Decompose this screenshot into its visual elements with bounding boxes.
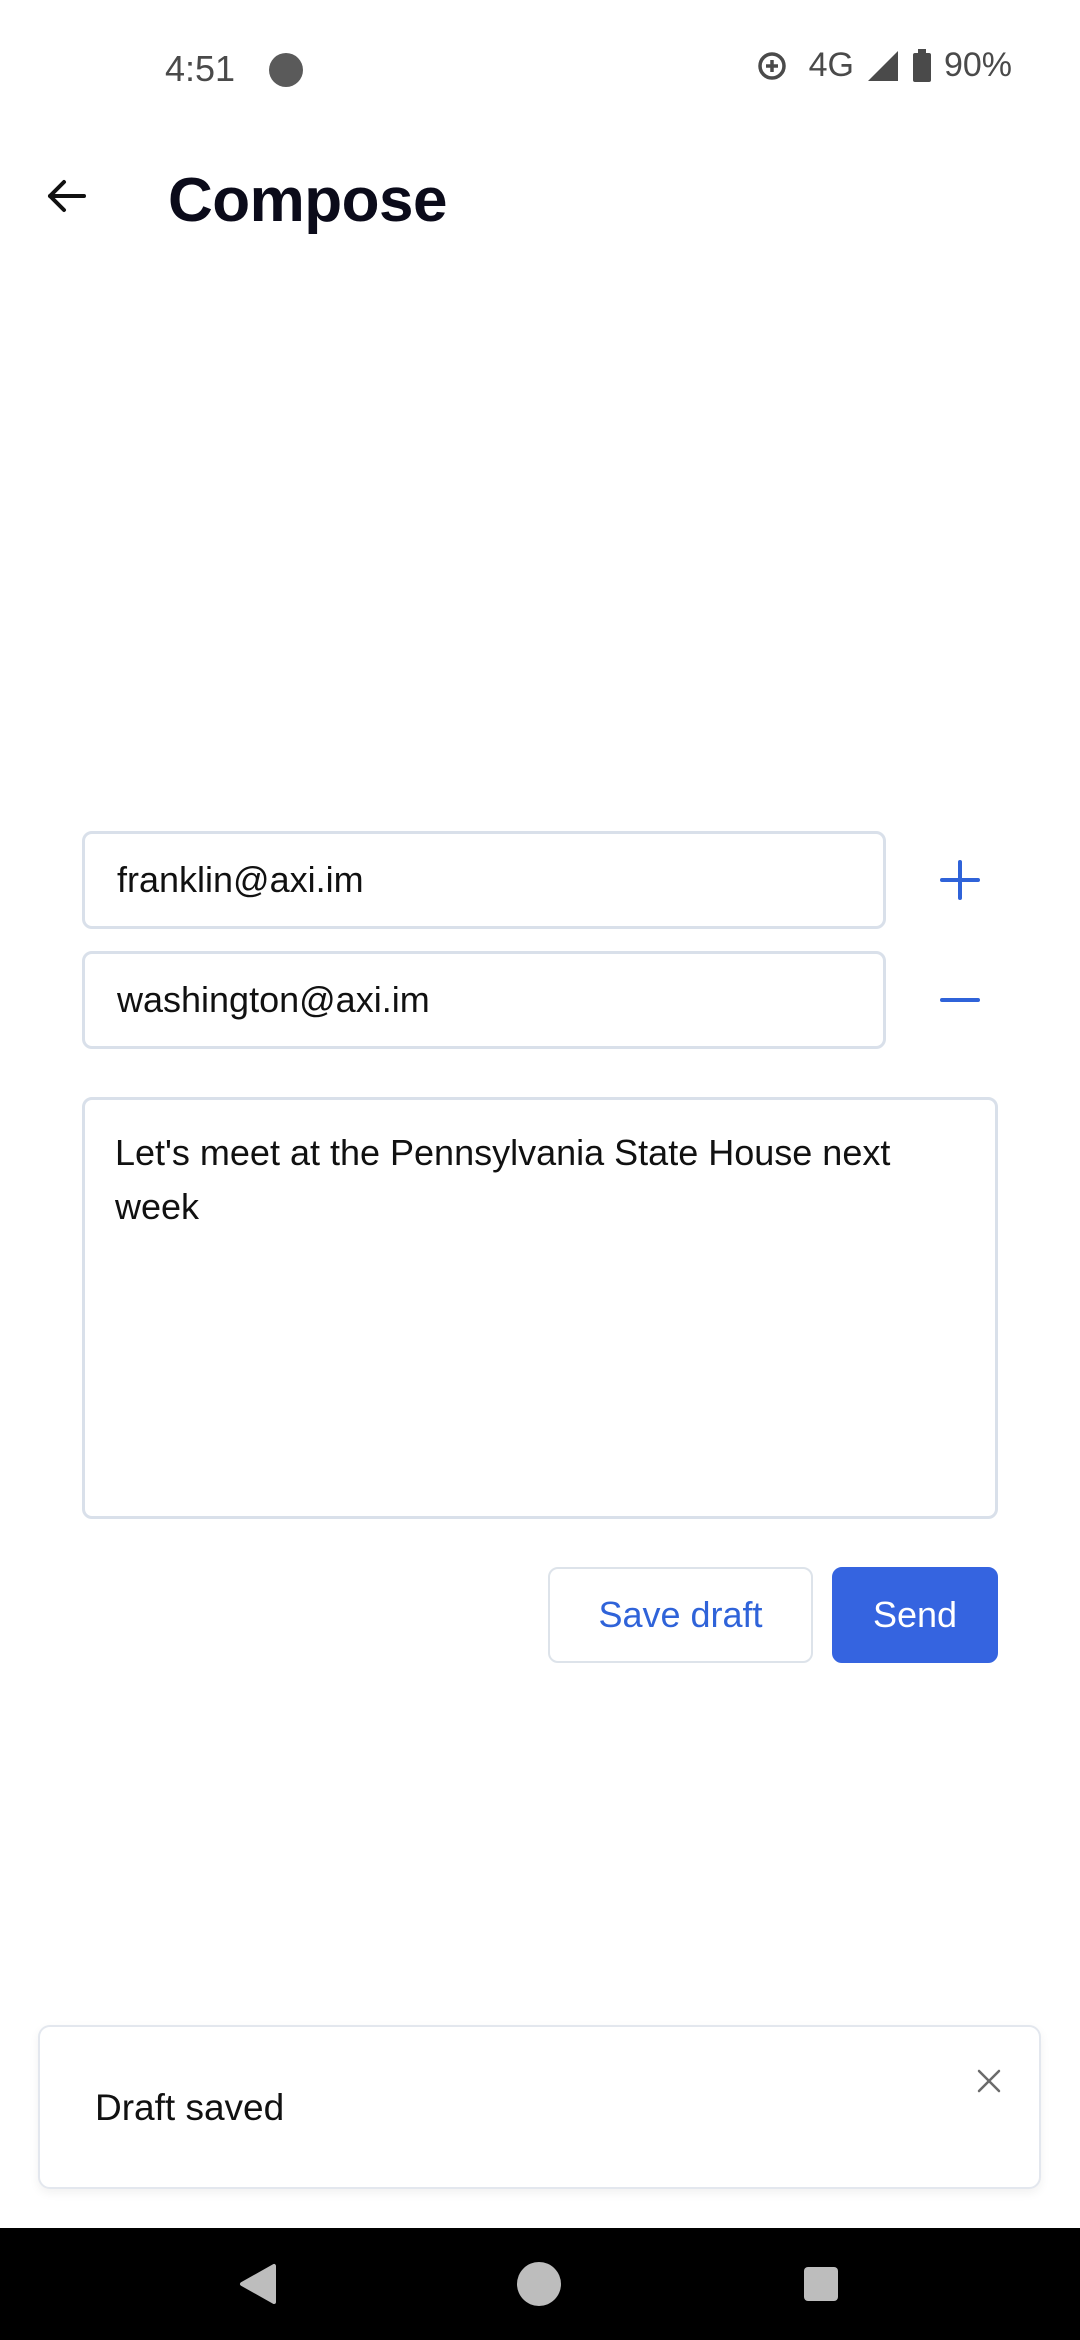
- recipient-email-field[interactable]: [82, 951, 886, 1049]
- arrow-left-icon: [48, 180, 86, 212]
- toast-message: Draft saved: [95, 2087, 285, 2128]
- battery-icon: [912, 48, 932, 83]
- nav-home-icon: [517, 2262, 561, 2306]
- back-button[interactable]: [30, 160, 102, 232]
- draft-saved-toast: Draft saved: [38, 2025, 1041, 2189]
- close-icon: [977, 2069, 1001, 2093]
- system-nav-bar: [0, 2228, 1080, 2340]
- remove-recipient-button[interactable]: [920, 960, 1000, 1040]
- compose-screen: 4:51 4G 90% Compose franklin@axi.im wash…: [0, 0, 1080, 2340]
- network-type: 4G: [808, 46, 854, 84]
- message-body-field[interactable]: Let's meet at the Pennsylvania State Hou…: [82, 1097, 998, 1519]
- data-saver-icon: [755, 49, 789, 83]
- recipient-row: [82, 831, 1012, 929]
- send-button[interactable]: Send: [832, 1567, 998, 1663]
- status-indicators: 4G 90%: [755, 46, 1012, 85]
- nav-back-button[interactable]: [228, 2254, 288, 2314]
- save-draft-button[interactable]: Save draft: [548, 1567, 813, 1663]
- recipient-email-field[interactable]: [82, 831, 886, 929]
- plus-icon: [940, 860, 980, 900]
- nav-home-button[interactable]: [509, 2254, 569, 2314]
- nav-recents-icon: [804, 2267, 838, 2301]
- status-bar: 4:51 4G 90%: [0, 0, 1080, 140]
- recipient-row: [82, 951, 1012, 1049]
- battery-percent: 90%: [943, 46, 1012, 84]
- add-recipient-button[interactable]: [920, 840, 1000, 920]
- nav-recents-button[interactable]: [791, 2254, 851, 2314]
- nav-back-icon: [240, 2264, 276, 2304]
- notification-dot-icon: [269, 53, 303, 87]
- page-title: Compose: [168, 166, 447, 235]
- toast-close-button[interactable]: [965, 2057, 1013, 2105]
- status-time: 4:51: [165, 48, 236, 89]
- signal-icon: [866, 49, 900, 83]
- minus-icon: [940, 998, 980, 1002]
